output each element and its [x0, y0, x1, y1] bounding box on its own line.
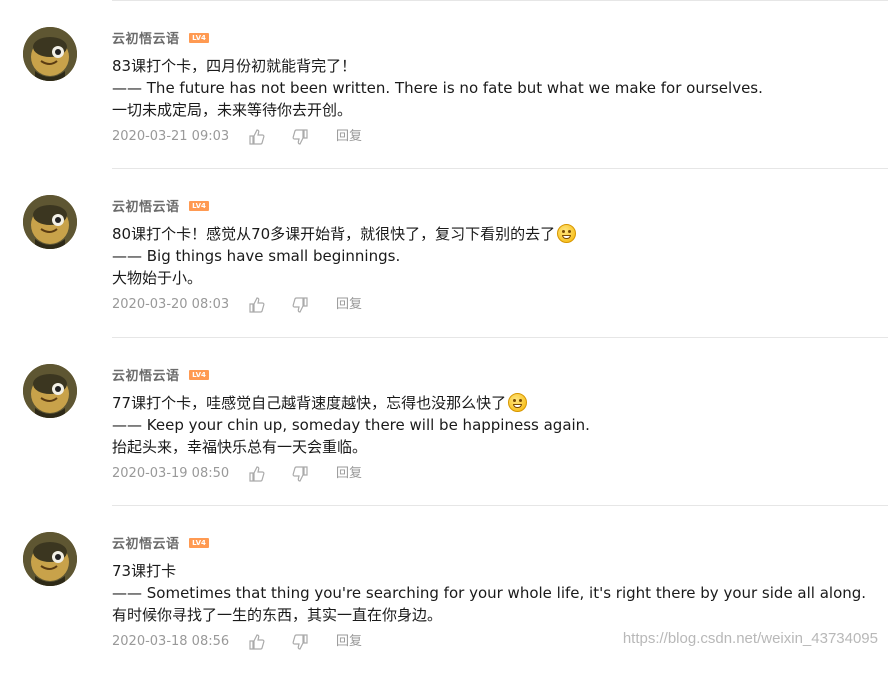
avatar[interactable] — [23, 532, 77, 586]
username[interactable]: 云初悟云语 — [112, 28, 180, 47]
watermark: https://blog.csdn.net/weixin_43734095 — [622, 630, 878, 647]
comment-item: 云初悟云语 LV4 83课打个卡，四月份初就能背完了！ —— The futur… — [0, 0, 888, 168]
comment-line: 80课打个卡！感觉从70多课开始背，就很快了，复习下看别的去了 — [112, 223, 878, 245]
level-badge: LV4 — [189, 538, 209, 548]
comment-line: 抬起头来，幸福快乐总有一天会重临。 — [112, 438, 368, 456]
comment-line: 83课打个卡，四月份初就能背完了！ — [112, 57, 357, 75]
comment-line: —— Sometimes that thing you're searching… — [112, 584, 867, 602]
grin-face-icon — [508, 393, 528, 412]
thumbs-up-icon[interactable] — [249, 466, 265, 482]
reply-button[interactable]: 回复 — [336, 465, 362, 483]
timestamp: 2020-03-19 08:50 — [112, 466, 230, 481]
comment-line-text: 80课打个卡！感觉从70多课开始背，就很快了，复习下看别的去了 — [112, 225, 556, 243]
comment-text: 77课打个卡，哇感觉自己越背速度越快，忘得也没那么快了 —— Keep your… — [112, 392, 878, 458]
thumbs-up-icon[interactable] — [249, 634, 265, 650]
level-badge: LV4 — [189, 201, 209, 211]
reply-button[interactable]: 回复 — [336, 296, 362, 314]
comment-line: —— Keep your chin up, someday there will… — [112, 416, 590, 434]
separator — [112, 168, 888, 169]
level-badge: LV4 — [189, 33, 209, 43]
thumbs-down-icon[interactable] — [292, 129, 308, 145]
comment-line: 有时候你寻找了一生的东西，其实一直在你身边。 — [112, 606, 443, 624]
username[interactable]: 云初悟云语 — [112, 365, 180, 384]
comment-line: 73课打卡 — [112, 562, 177, 580]
separator — [112, 337, 888, 338]
timestamp: 2020-03-21 09:03 — [112, 129, 230, 144]
thumbs-down-icon[interactable] — [292, 297, 308, 313]
avatar[interactable] — [23, 195, 77, 249]
separator — [112, 0, 888, 1]
level-badge: LV4 — [189, 370, 209, 380]
comment-line-text: 77课打个卡，哇感觉自己越背速度越快，忘得也没那么快了 — [112, 394, 507, 412]
comment-text: 83课打个卡，四月份初就能背完了！ —— The future has not … — [112, 55, 878, 121]
comment-line: 77课打个卡，哇感觉自己越背速度越快，忘得也没那么快了 — [112, 392, 878, 414]
comment-line: 一切未成定局，未来等待你去开创。 — [112, 101, 353, 119]
reply-button[interactable]: 回复 — [336, 633, 362, 651]
thumbs-up-icon[interactable] — [249, 129, 265, 145]
thumbs-down-icon[interactable] — [292, 466, 308, 482]
comment-line: —— Big things have small beginnings. — [112, 247, 401, 265]
comment-item: 云初悟云语 LV4 73课打卡 —— Sometimes that thing … — [0, 505, 888, 673]
comment-line: 大物始于小。 — [112, 269, 203, 287]
comment-item: 云初悟云语 LV4 80课打个卡！感觉从70多课开始背，就很快了，复习下看别的去… — [0, 168, 888, 336]
username[interactable]: 云初悟云语 — [112, 533, 180, 552]
comment-item: 云初悟云语 LV4 77课打个卡，哇感觉自己越背速度越快，忘得也没那么快了 ——… — [0, 337, 888, 505]
avatar[interactable] — [23, 364, 77, 418]
separator — [112, 505, 888, 506]
thumbs-down-icon[interactable] — [292, 634, 308, 650]
thumbs-up-icon[interactable] — [249, 297, 265, 313]
timestamp: 2020-03-18 08:56 — [112, 634, 230, 649]
avatar[interactable] — [23, 27, 77, 81]
drool-face-icon — [557, 224, 577, 243]
comment-line: —— The future has not been written. Ther… — [112, 79, 763, 97]
comment-text: 73课打卡 —— Sometimes that thing you're sea… — [112, 560, 878, 626]
username[interactable]: 云初悟云语 — [112, 196, 180, 215]
comment-text: 80课打个卡！感觉从70多课开始背，就很快了，复习下看别的去了 —— Big t… — [112, 223, 878, 289]
timestamp: 2020-03-20 08:03 — [112, 297, 230, 312]
reply-button[interactable]: 回复 — [336, 128, 362, 146]
